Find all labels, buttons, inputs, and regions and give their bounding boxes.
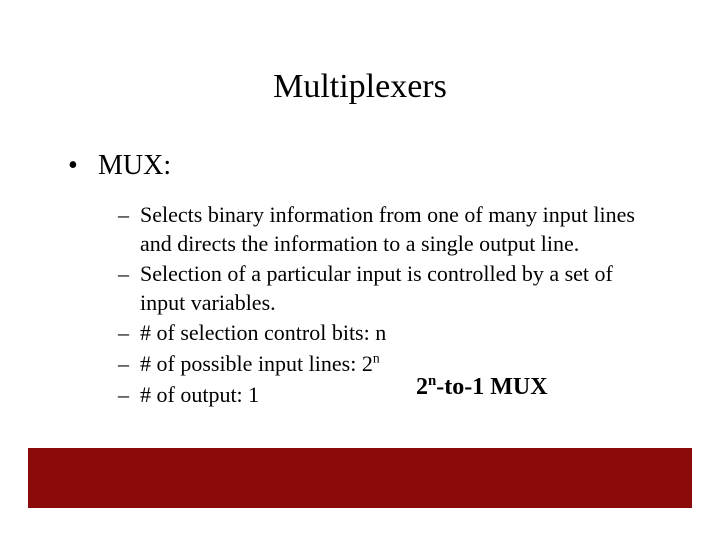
bullet-mux: • MUX: (0, 148, 720, 183)
dash-icon: – (118, 350, 140, 379)
sub-bullet-item: – Selects binary information from one of… (118, 201, 720, 258)
dash-icon: – (118, 319, 140, 348)
exponent-n: n (373, 351, 380, 366)
sub-bullet-text: Selects binary information from one of m… (140, 201, 720, 258)
bullet-marker-icon: • (68, 148, 98, 183)
dash-icon: – (118, 260, 140, 317)
footer-bar (28, 448, 692, 508)
sub-bullet-text: Selection of a particular input is contr… (140, 260, 720, 317)
dash-icon: – (118, 381, 140, 410)
slide-content: • MUX: – Selects binary information from… (0, 148, 720, 409)
sub-bullet-text: # of output: 1 (140, 381, 319, 410)
slide-title: Multiplexers (0, 68, 720, 106)
mux-label-suffix: -to-1 MUX (436, 374, 547, 400)
sub-bullet-item: – # of selection control bits: n (118, 319, 720, 348)
sub-bullet-text: # of selection control bits: n (140, 319, 446, 348)
mux-label-prefix: 2 (416, 374, 428, 400)
sub-bullet-text-base: # of possible input lines: 2 (140, 351, 373, 376)
dash-icon: – (118, 201, 140, 258)
sub-bullet-item: – Selection of a particular input is con… (118, 260, 720, 317)
sub-bullet-list: – Selects binary information from one of… (0, 201, 720, 409)
slide: Multiplexers • MUX: – Selects binary inf… (0, 0, 720, 540)
bullet-mux-label: MUX: (98, 148, 171, 183)
mux-type-label: 2n-to-1 MUX (416, 374, 548, 401)
sub-bullet-text: # of possible input lines: 2n (140, 350, 440, 379)
